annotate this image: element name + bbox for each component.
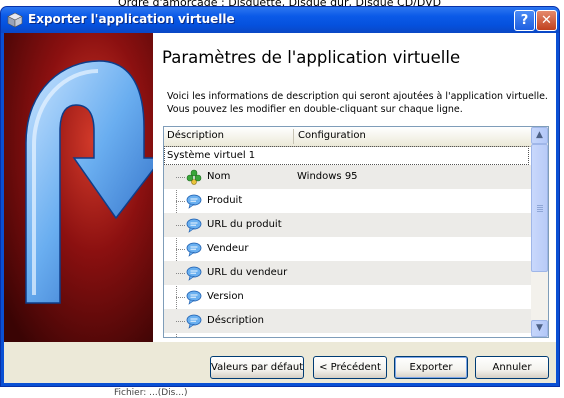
speech-bubble-icon [186, 314, 202, 329]
tree-row-url-produit[interactable]: URL du produit [164, 213, 531, 237]
row-label: Déscription [207, 315, 264, 326]
speech-bubble-icon [186, 194, 202, 209]
column-header-configuration[interactable]: Configuration [298, 130, 366, 141]
back-button[interactable]: < Précédent [313, 356, 387, 379]
speech-bubble-icon [186, 218, 202, 233]
export-button[interactable]: Exporter [394, 356, 468, 379]
row-label: URL du produit [207, 219, 282, 230]
page-description: Voici les informations de description qu… [167, 91, 548, 115]
tree-row-version[interactable]: Version [164, 285, 531, 309]
tree-row-nom[interactable]: Nom Windows 95 [164, 165, 531, 189]
row-label: URL du vendeur [207, 267, 288, 278]
speech-bubble-icon [186, 266, 202, 281]
row-label: Vendeur [207, 243, 249, 254]
close-button[interactable]: ✕ [536, 10, 557, 31]
scrollbar-thumb[interactable] [531, 144, 548, 272]
tree-root-row[interactable]: Système virtuel 1 [164, 146, 529, 165]
page-title: Paramètres de l'application virtuelle [162, 48, 461, 67]
export-dialog: Exporter l'application virtuelle ? ✕ Par… [0, 6, 560, 387]
cancel-button[interactable]: Annuler [475, 356, 549, 379]
tree-root-label: Système virtuel 1 [167, 150, 256, 161]
appliance-settings-tree[interactable]: Déscription Configuration Système virtue… [163, 126, 549, 338]
column-separator[interactable] [293, 129, 294, 144]
tree-row-url-vendeur[interactable]: URL du vendeur [164, 261, 531, 285]
column-header-description[interactable]: Déscription [167, 130, 224, 141]
row-label: Nom [207, 171, 231, 182]
row-label: Produit [207, 195, 243, 206]
scroll-down-button[interactable]: ▼ [531, 320, 548, 337]
window-title: Exporter l'application virtuelle [28, 12, 235, 26]
help-button[interactable]: ? [514, 10, 535, 31]
row-label: Version [207, 291, 244, 302]
dialog-client-area: Paramètres de l'application virtuelle Vo… [4, 33, 556, 383]
tree-row-description[interactable]: Déscription [164, 309, 531, 333]
tree-row-produit[interactable]: Produit [164, 189, 531, 213]
scroll-up-button[interactable]: ▲ [531, 127, 548, 144]
title-bar[interactable]: Exporter l'application virtuelle ? ✕ [1, 7, 559, 33]
speech-bubble-icon [186, 290, 202, 305]
tree-row-vendeur[interactable]: Vendeur [164, 237, 531, 261]
name-puzzle-icon [186, 169, 202, 185]
background-bottom-text: Fichier: ...(Dis...) [114, 388, 188, 398]
speech-bubble-icon [186, 242, 202, 257]
vertical-scrollbar[interactable]: ▲ ▼ [531, 127, 548, 337]
export-arrow-illustration [4, 33, 153, 342]
app-cube-icon [7, 12, 23, 28]
tree-header: Déscription Configuration [164, 127, 531, 147]
row-value[interactable]: Windows 95 [297, 171, 358, 182]
restore-defaults-button[interactable]: Valeurs par défaut [210, 356, 304, 379]
